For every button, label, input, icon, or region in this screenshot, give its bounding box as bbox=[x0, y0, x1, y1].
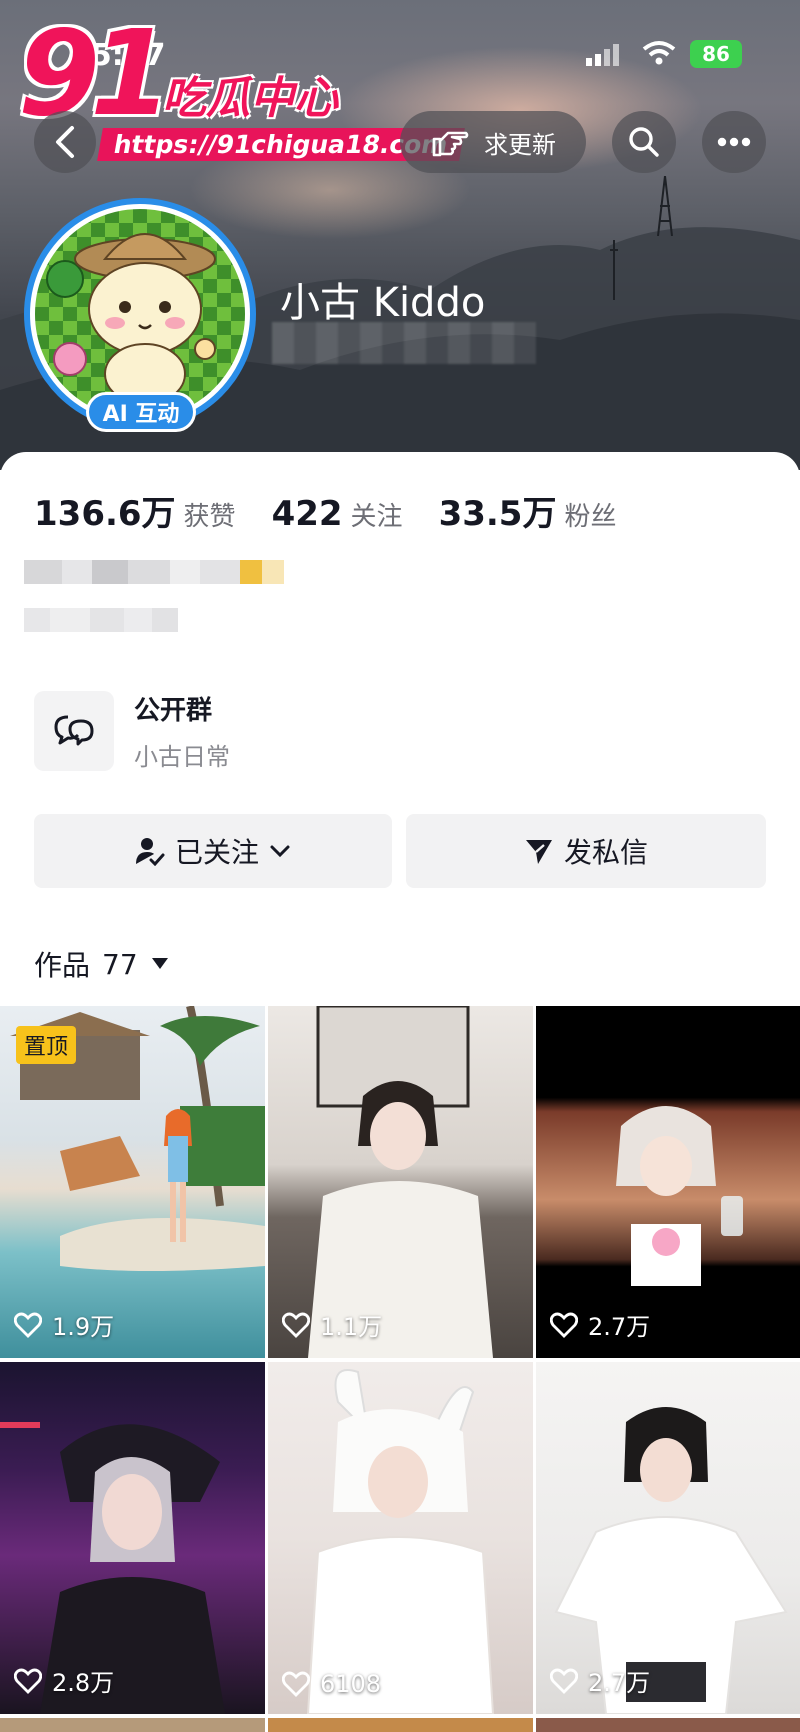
video-thumbnail[interactable]: 2.7万 bbox=[536, 1362, 800, 1714]
cartoon-character-icon bbox=[46, 233, 216, 405]
profile-banner: 15:07 86 91 吃瓜中心 https://91chigua18.com … bbox=[0, 0, 800, 470]
following-label: 已关注 bbox=[174, 836, 259, 869]
group-chat-icon bbox=[54, 715, 94, 746]
group-title: 公开群 bbox=[134, 696, 213, 726]
stat-likes: 136.6万 获赞 bbox=[34, 486, 236, 535]
back-button[interactable] bbox=[34, 111, 96, 173]
public-group[interactable]: 公开群 小古日常 bbox=[34, 690, 230, 772]
stat-likes-label: 获赞 bbox=[183, 502, 236, 532]
chevron-down-icon bbox=[270, 845, 290, 858]
like-count-value: 2.7万 bbox=[588, 1669, 651, 1697]
stat-following-value: 422 bbox=[271, 494, 343, 534]
heart-icon bbox=[282, 1671, 310, 1697]
heart-icon bbox=[282, 1312, 310, 1338]
send-message-button[interactable]: 发私信 bbox=[406, 814, 766, 888]
send-message-label: 发私信 bbox=[563, 836, 648, 869]
video-thumbnail[interactable]: 2.8万 bbox=[0, 1362, 265, 1714]
works-tab[interactable]: 作品 77 bbox=[34, 944, 168, 984]
more-button[interactable] bbox=[702, 111, 766, 173]
stat-followers[interactable]: 33.5万 粉丝 bbox=[439, 486, 617, 535]
ai-interact-badge[interactable]: AI 互动 bbox=[86, 392, 196, 432]
profile-stats: 136.6万 获赞 422 关注 33.5万 粉丝 bbox=[34, 486, 652, 535]
stat-following[interactable]: 422 关注 bbox=[272, 494, 403, 534]
search-button[interactable] bbox=[612, 111, 676, 173]
like-count: 2.7万 bbox=[550, 1663, 650, 1698]
tower-icon bbox=[657, 176, 673, 236]
blurred-bio-line-1 bbox=[24, 560, 316, 614]
portrait-figure bbox=[0, 1422, 225, 1714]
works-label: 作品 bbox=[34, 949, 91, 982]
battery-indicator: 86 bbox=[690, 40, 742, 68]
like-count: 1.1万 bbox=[282, 1307, 382, 1342]
pointing-hand-icon bbox=[432, 131, 469, 157]
search-icon bbox=[629, 127, 659, 157]
video-thumbnail-partial[interactable] bbox=[0, 1718, 265, 1732]
chevron-left-icon bbox=[56, 126, 74, 158]
stat-likes-value: 136.6万 bbox=[34, 494, 176, 534]
send-icon bbox=[525, 840, 552, 864]
following-button[interactable]: 已关注 bbox=[34, 814, 392, 888]
wifi-icon bbox=[642, 41, 676, 65]
avatar-image bbox=[30, 204, 250, 424]
like-count-value: 1.9万 bbox=[52, 1313, 115, 1341]
heart-icon bbox=[14, 1668, 42, 1694]
portrait-figure bbox=[616, 1106, 743, 1286]
more-dots-icon bbox=[717, 137, 751, 147]
video-thumbnail-partial[interactable] bbox=[268, 1718, 533, 1732]
blurred-account-id bbox=[272, 322, 536, 364]
request-update-label: 求更新 bbox=[484, 130, 556, 159]
profile-name: 小古 Kiddo bbox=[280, 280, 486, 326]
group-subtitle: 小古日常 bbox=[134, 743, 230, 771]
tower-icon-small bbox=[610, 240, 618, 300]
video-thumbnail[interactable]: 置顶 1.9万 bbox=[0, 1006, 265, 1358]
group-chat-icon-box bbox=[34, 691, 114, 771]
pinned-badge: 置顶 bbox=[16, 1026, 77, 1064]
heart-icon bbox=[14, 1312, 42, 1338]
signal-icon bbox=[586, 44, 619, 66]
blurred-bio-line-2 bbox=[24, 608, 194, 654]
watermark-number: 91 bbox=[18, 4, 172, 142]
heart-icon bbox=[550, 1668, 578, 1694]
watermark-brand-text: 吃瓜中心 bbox=[162, 73, 338, 124]
stat-followers-label: 粉丝 bbox=[564, 502, 617, 532]
like-count-value: 6108 bbox=[320, 1670, 382, 1698]
portrait-figure bbox=[554, 1407, 788, 1714]
like-count: 2.7万 bbox=[550, 1307, 650, 1342]
video-thumbnail[interactable]: 2.7万 bbox=[536, 1006, 800, 1358]
works-count: 77 bbox=[102, 947, 138, 981]
stat-following-label: 关注 bbox=[350, 502, 403, 532]
portrait-figure bbox=[306, 1369, 495, 1714]
video-thumbnail[interactable]: 1.1万 bbox=[268, 1006, 533, 1358]
like-count-value: 2.8万 bbox=[52, 1669, 115, 1697]
stat-followers-value: 33.5万 bbox=[438, 494, 557, 534]
user-check-icon bbox=[135, 838, 165, 866]
like-count: 6108 bbox=[282, 1670, 381, 1698]
heart-icon bbox=[550, 1312, 578, 1338]
portrait-figure bbox=[308, 1006, 493, 1358]
video-thumbnail-partial[interactable] bbox=[536, 1718, 800, 1732]
request-update-button[interactable]: 求更新 bbox=[400, 111, 586, 173]
video-thumbnail[interactable]: 6108 bbox=[268, 1362, 533, 1714]
like-count: 2.8万 bbox=[14, 1663, 114, 1698]
like-count-value: 2.7万 bbox=[588, 1313, 651, 1341]
like-count: 1.9万 bbox=[14, 1307, 114, 1342]
like-count-value: 1.1万 bbox=[320, 1313, 383, 1341]
caret-down-icon bbox=[151, 958, 168, 969]
